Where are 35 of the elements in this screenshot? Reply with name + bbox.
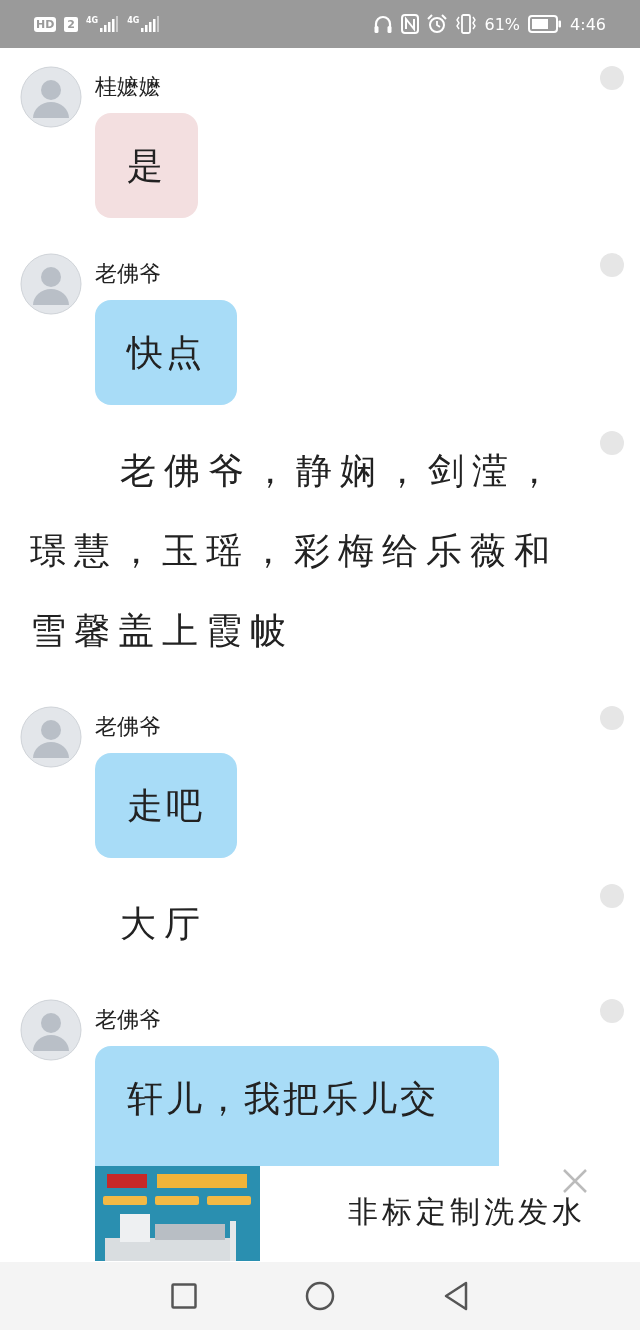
headphones-icon bbox=[372, 14, 393, 34]
status-dot bbox=[600, 66, 624, 90]
sim-badge: 2 bbox=[64, 16, 78, 32]
avatar-icon bbox=[20, 253, 82, 315]
back-icon[interactable] bbox=[443, 1281, 469, 1311]
vibrate-icon bbox=[454, 14, 477, 34]
network-label: 4G bbox=[127, 16, 140, 25]
status-dot bbox=[600, 999, 624, 1023]
status-dot bbox=[600, 431, 624, 455]
status-dot bbox=[600, 884, 624, 908]
sender-name: 老佛爷 bbox=[95, 1006, 161, 1034]
nfc-icon bbox=[400, 14, 419, 34]
narration-text: 老佛爷，静娴，剑滢，璟慧，玉瑶，彩梅给乐薇和雪馨盖上霞帔 bbox=[30, 449, 561, 653]
avatar-icon bbox=[20, 706, 82, 768]
avatar-icon bbox=[20, 999, 82, 1061]
battery-icon bbox=[528, 15, 563, 33]
clock: 4:46 bbox=[570, 14, 606, 34]
narration-text: 大厅 bbox=[119, 902, 209, 946]
battery-percent: 61% bbox=[484, 14, 521, 34]
recents-icon[interactable] bbox=[171, 1283, 197, 1309]
message-bubble: 走吧 bbox=[95, 753, 237, 858]
sender-name: 老佛爷 bbox=[95, 713, 161, 741]
message-bubble: 快点 bbox=[95, 300, 237, 405]
status-dot bbox=[600, 706, 624, 730]
sender-name: 老佛爷 bbox=[95, 260, 161, 288]
message-bubble: 是 bbox=[95, 113, 198, 218]
sender-name: 桂嬷嬷 bbox=[95, 73, 161, 101]
alarm-icon bbox=[426, 14, 447, 34]
avatar-icon bbox=[20, 66, 82, 128]
signal-icon bbox=[139, 16, 161, 32]
status-dot bbox=[600, 253, 624, 277]
network-label: 4G bbox=[86, 16, 99, 25]
home-icon[interactable] bbox=[305, 1281, 335, 1311]
hd-badge: HD bbox=[34, 16, 57, 32]
signal-icon bbox=[98, 16, 120, 32]
